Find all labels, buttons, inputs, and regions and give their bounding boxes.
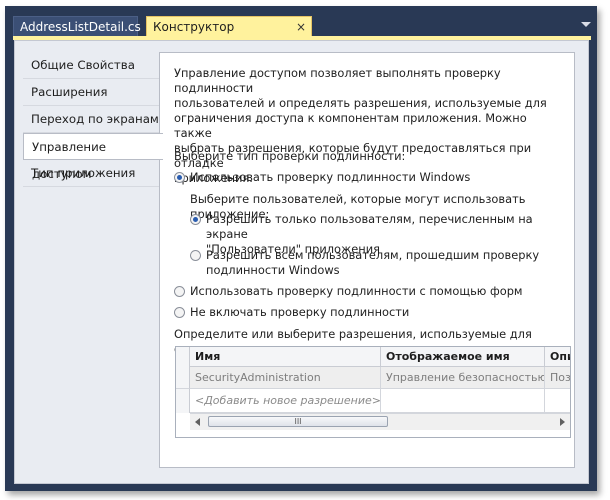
table-row-display-cell[interactable]: Управление безопасностью xyxy=(381,367,545,389)
tab-addresslistdetail[interactable]: AddressListDetail.cs xyxy=(13,16,141,36)
scroll-thumb[interactable]: III xyxy=(208,416,388,427)
access-control-panel: Управление доступом позволяет выполнять … xyxy=(159,52,575,468)
tab-label: AddressListDetail.cs xyxy=(20,20,141,34)
nav-item-screen-navigation[interactable]: Переход по экранам xyxy=(23,106,159,133)
close-icon[interactable]: × xyxy=(296,17,306,37)
auth-none-label[interactable]: Не включать проверку подлинности xyxy=(190,305,409,320)
permissions-grid[interactable]: Имя Отображаемое имя Опи SecurityAdminis… xyxy=(175,346,571,438)
table-row-name-cell[interactable]: SecurityAdministration xyxy=(190,367,381,389)
radio-auth-none[interactable] xyxy=(174,307,185,318)
add-permission-cell[interactable]: <Добавить новое разрешение> xyxy=(190,389,381,413)
users-all-line: Разрешить всем пользователям, прошедшим … xyxy=(206,248,540,262)
radio-auth-windows[interactable] xyxy=(174,172,185,183)
auth-type-label: Выберите тип проверки подлинности: xyxy=(174,149,406,163)
document-window: AddressListDetail.cs Конструктор Applica… xyxy=(5,6,597,491)
new-row-description-cell[interactable] xyxy=(545,389,570,413)
access-description: Управление доступом позволяет выполнять … xyxy=(174,66,559,186)
radio-users-all[interactable] xyxy=(190,250,201,261)
users-all-line: подлинности Windows xyxy=(206,263,340,277)
auth-windows-label[interactable]: Использовать проверку подлинности Window… xyxy=(190,170,470,185)
table-row-description-cell[interactable]: Позв xyxy=(545,367,570,389)
description-line: пользователей и определять разрешения, и… xyxy=(174,96,547,110)
scroll-right-icon[interactable] xyxy=(560,418,565,426)
nav-item-label: Переход по экранам xyxy=(31,112,159,126)
column-header-description[interactable]: Опи xyxy=(545,347,570,367)
chevron-down-icon[interactable] xyxy=(581,22,591,27)
nav-item-label: Общие Свойства xyxy=(31,58,135,72)
users-only-listed-line: Разрешить только пользователям, перечисл… xyxy=(206,212,533,241)
nav-item-label: Расширения xyxy=(31,85,108,99)
nav-item-extensions[interactable]: Расширения xyxy=(23,79,159,106)
new-row-display-cell[interactable] xyxy=(381,389,545,413)
radio-users-only-listed[interactable] xyxy=(190,214,201,225)
horizontal-scrollbar[interactable]: III xyxy=(190,413,570,430)
description-line: Управление доступом позволяет выполнять … xyxy=(174,66,501,95)
designer-nav: Общие Свойства Расширения Переход по экр… xyxy=(23,52,163,187)
column-header-display-name[interactable]: Отображаемое имя xyxy=(381,347,545,367)
grid-corner xyxy=(176,347,190,367)
auth-forms-label[interactable]: Использовать проверку подлинности с помо… xyxy=(190,284,523,299)
row-header[interactable] xyxy=(176,367,190,389)
nav-item-access-control[interactable]: Управление доступом xyxy=(23,133,163,181)
radio-auth-forms[interactable] xyxy=(174,286,185,297)
nav-item-general[interactable]: Общие Свойства xyxy=(23,52,159,79)
users-all-label[interactable]: Разрешить всем пользователям, прошедшим … xyxy=(206,248,539,278)
row-header[interactable] xyxy=(176,389,190,413)
designer-surface: Общие Свойства Расширения Переход по экр… xyxy=(14,40,589,484)
tab-application-designer[interactable]: Конструктор Application1 × xyxy=(146,16,312,54)
scroll-left-icon[interactable] xyxy=(195,418,200,426)
description-line: ограничения доступа к компонентам прилож… xyxy=(174,111,527,140)
column-header-name[interactable]: Имя xyxy=(190,347,381,367)
